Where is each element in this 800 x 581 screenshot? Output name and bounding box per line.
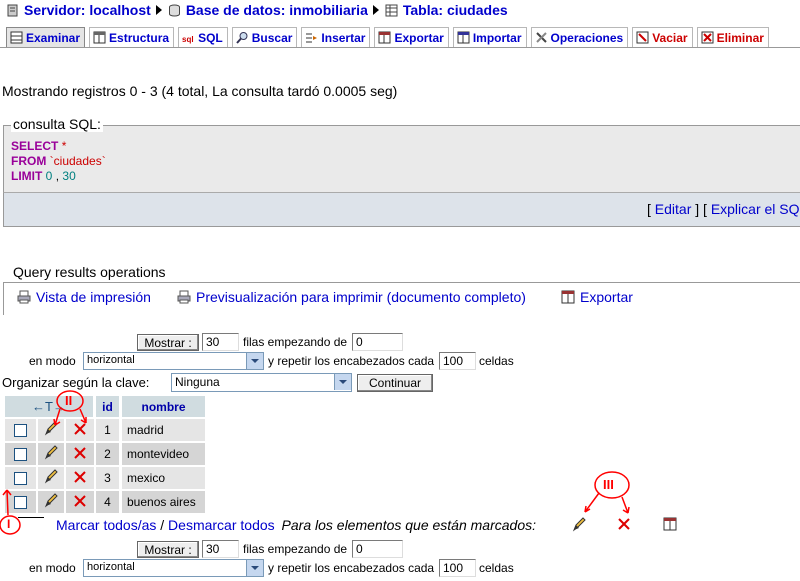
sql-legend: consulta SQL: <box>11 116 103 132</box>
mode-label-bottom: en modo <box>29 561 76 575</box>
server-icon <box>6 4 19 17</box>
annotation-arrow-2a <box>53 408 61 426</box>
repeat-label-bottom: y repetir los encabezados cada <box>268 561 435 575</box>
svg-text:sql: sql <box>182 35 194 44</box>
sql-code: SELECT * FROM `ciudades` LIMIT 0 , 30 <box>11 139 106 184</box>
browse-icon <box>10 31 23 44</box>
export-results-link[interactable]: Exportar <box>561 289 633 305</box>
repeat-input-top[interactable]: 100 <box>439 352 476 370</box>
mode-select-bottom[interactable]: horizontal <box>83 559 264 577</box>
status-message: Mostrando registros 0 - 3 (4 total, La c… <box>2 83 398 99</box>
tab-operations[interactable]: Operaciones <box>530 27 629 47</box>
breadcrumb-database[interactable]: Base de datos: inmobiliaria <box>186 2 368 18</box>
annotation-overlay <box>0 390 630 535</box>
export-icon <box>378 31 391 44</box>
annotation-arrow-1 <box>2 489 12 516</box>
repeat-label-top: y repetir los encabezados cada <box>268 354 435 368</box>
printer-icon <box>177 290 191 304</box>
annotation-arrow-3b <box>621 496 630 514</box>
annotation-mark-3: III <box>603 477 614 492</box>
cells-label-bottom: celdas <box>479 561 514 575</box>
tab-sql[interactable]: sql SQL <box>178 27 228 47</box>
breadcrumb-table[interactable]: Tabla: ciudades <box>403 2 508 18</box>
show-button-top[interactable]: Mostrar : <box>137 334 199 351</box>
chevron-down-icon <box>246 353 263 369</box>
export-icon <box>561 290 575 304</box>
rows-input-top[interactable]: 30 <box>202 333 239 351</box>
structure-icon <box>93 31 106 44</box>
mode-select-top[interactable]: horizontal <box>83 352 264 370</box>
sql-links: [ Editar ] [ Explicar el SQL <box>647 201 800 217</box>
table-icon <box>385 4 398 17</box>
rows-label-top: filas empezando de <box>243 335 348 349</box>
tab-browse[interactable]: Examinar <box>6 27 86 47</box>
sql-limit-separator: , <box>55 169 60 183</box>
printer-icon <box>17 290 31 304</box>
insert-icon <box>305 31 318 44</box>
tab-divider <box>0 47 800 48</box>
query-ops-legend: Query results operations <box>11 264 168 280</box>
annotation-arrow-2b <box>79 408 87 424</box>
breadcrumb: Servidor: localhost Base de datos: inmob… <box>6 1 508 19</box>
chevron-right-icon <box>155 5 162 15</box>
chevron-right-icon <box>372 5 379 15</box>
sql-from-keyword: FROM <box>11 154 47 168</box>
database-icon <box>168 4 181 17</box>
tab-search[interactable]: Buscar <box>231 27 298 47</box>
empty-icon <box>636 31 649 44</box>
edit-sql-link[interactable]: Editar <box>655 201 692 217</box>
sql-icon: sql <box>182 31 195 44</box>
breadcrumb-server[interactable]: Servidor: localhost <box>24 2 151 18</box>
tab-bar: Examinar Estructura sql SQL Buscar Inser… <box>6 27 769 47</box>
sql-star: * <box>61 139 67 153</box>
search-icon <box>235 31 249 44</box>
cells-label-top: celdas <box>479 354 514 368</box>
mode-label-top: en modo <box>29 354 76 368</box>
chevron-down-icon <box>246 560 263 576</box>
tab-insert[interactable]: Insertar <box>301 27 371 47</box>
tab-export[interactable]: Exportar <box>374 27 449 47</box>
import-icon <box>457 31 470 44</box>
print-view-link[interactable]: Vista de impresión <box>17 289 151 305</box>
tab-empty[interactable]: Vaciar <box>632 27 693 47</box>
sql-limit-count: 30 <box>62 169 76 183</box>
explain-sql-link[interactable]: Explicar el SQL <box>711 201 800 217</box>
print-full-link[interactable]: Previsualización para imprimir (document… <box>177 289 526 305</box>
annotation-mark-1: I <box>7 517 11 531</box>
sql-select-keyword: SELECT <box>11 139 59 153</box>
repeat-input-bottom[interactable]: 100 <box>439 559 476 577</box>
sql-limit-keyword: LIMIT <box>11 169 43 183</box>
tab-drop[interactable]: Eliminar <box>696 27 769 47</box>
tab-import[interactable]: Importar <box>452 27 527 47</box>
sql-limit-offset: 0 <box>45 169 53 183</box>
annotation-mark-2: II <box>65 393 73 408</box>
operations-icon <box>535 31 548 44</box>
sql-table-name: `ciudades` <box>49 154 106 168</box>
drop-icon <box>701 31 714 44</box>
start-input-top[interactable]: 0 <box>352 333 403 351</box>
annotation-arrow-3a <box>584 492 600 513</box>
sql-query-box <box>3 125 800 194</box>
tab-structure[interactable]: Estructura <box>89 27 175 47</box>
